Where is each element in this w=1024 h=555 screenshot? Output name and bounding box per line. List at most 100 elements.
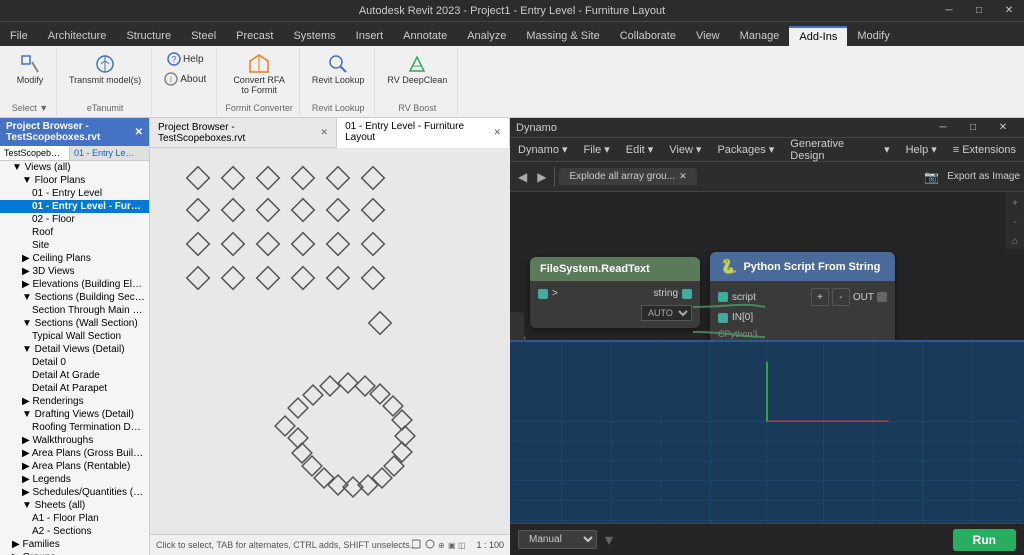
run-button[interactable]: Run — [953, 529, 1016, 551]
run-mode-select[interactable]: Manual Automatic — [518, 530, 597, 549]
tree-detail-views[interactable]: ▼ Detail Views (Detail) — [0, 343, 149, 356]
minimize-button[interactable]: ─ — [934, 0, 964, 20]
python-remove-port[interactable]: - — [832, 288, 850, 306]
dynamo-close[interactable]: ✕ — [988, 118, 1018, 138]
tab-insert[interactable]: Insert — [346, 26, 394, 46]
about-button[interactable]: i About — [160, 70, 210, 88]
tab-architecture[interactable]: Architecture — [38, 26, 117, 46]
tree-sections-wall[interactable]: ▼ Sections (Wall Section) — [0, 317, 149, 330]
tree-3d-views[interactable]: ▶ 3D Views — [0, 265, 149, 278]
tree-site[interactable]: Site — [0, 239, 149, 252]
dynamo-tab-close[interactable]: ✕ — [679, 171, 687, 182]
tree-elevations[interactable]: ▶ Elevations (Building Elevation) — [0, 278, 149, 291]
fs-output-port[interactable]: string — [654, 288, 692, 299]
project-browser-header[interactable]: Project Browser - TestScopeboxes.rvt ✕ — [0, 118, 149, 146]
tree-01-entry[interactable]: 01 - Entry Level — [0, 187, 149, 200]
browser-tab-2[interactable]: 01 - Entry Level... — [70, 146, 140, 160]
tree-a2-sections[interactable]: A2 - Sections — [0, 525, 149, 538]
side-icon-zoom-out[interactable]: - — [1011, 215, 1018, 230]
fs-input-port[interactable]: > — [538, 288, 558, 299]
tree-detail-parapet[interactable]: Detail At Parapet — [0, 382, 149, 395]
tab-systems[interactable]: Systems — [283, 26, 345, 46]
tree-roofing-term[interactable]: Roofing Termination Detail — [0, 421, 149, 434]
tab-file[interactable]: File — [0, 26, 38, 46]
formit-button[interactable]: Convert RFAto Formit — [229, 50, 289, 98]
menu-dynamo[interactable]: Dynamo ▾ — [510, 140, 576, 159]
tree-sections-building[interactable]: ▼ Sections (Building Section) — [0, 291, 149, 304]
menu-file[interactable]: File ▾ — [576, 140, 618, 159]
fs-port-in[interactable] — [538, 289, 548, 299]
browser-tab-1[interactable]: TestScopeboxes.rvt — [0, 146, 70, 160]
fs-auto-dropdown[interactable]: AUTO — [641, 305, 692, 321]
modify-button[interactable]: Modify — [10, 50, 50, 88]
export-as-image-btn[interactable]: Export as Image — [947, 171, 1020, 182]
python-in0-port[interactable]: IN[0] — [718, 312, 753, 323]
tree-floor-plans[interactable]: ▼ Floor Plans — [0, 174, 149, 187]
tree-section-main-stair[interactable]: Section Through Main Stair — [0, 304, 149, 317]
menu-extensions[interactable]: ≡ Extensions — [945, 141, 1024, 159]
menu-gen-design[interactable]: Generative Design ▾ — [782, 135, 897, 165]
viewport-tab-furniture-close[interactable]: ✕ — [493, 127, 501, 138]
dynamo-maximize[interactable]: □ — [958, 118, 988, 138]
close-button[interactable]: ✕ — [994, 0, 1024, 20]
py-port-in0[interactable] — [718, 313, 728, 323]
menu-help[interactable]: Help ▾ — [898, 140, 945, 159]
panel-header-close[interactable]: ✕ — [135, 127, 143, 138]
fs-port-out-string[interactable] — [682, 289, 692, 299]
tree-legends[interactable]: ▶ Legends — [0, 473, 149, 486]
tab-modify[interactable]: Modify — [847, 26, 899, 46]
py-port-out[interactable] — [877, 292, 887, 302]
tree-detail-grade[interactable]: Detail At Grade — [0, 369, 149, 382]
tree-renderings[interactable]: ▶ Renderings — [0, 395, 149, 408]
tab-massing[interactable]: Massing & Site — [516, 26, 609, 46]
tab-view[interactable]: View — [686, 26, 730, 46]
python-script-port[interactable]: script — [718, 292, 756, 303]
viewport-tab-browser-close[interactable]: ✕ — [321, 127, 329, 138]
maximize-button[interactable]: □ — [964, 0, 994, 20]
tree-area-rentable[interactable]: ▶ Area Plans (Rentable) — [0, 460, 149, 473]
tab-structure[interactable]: Structure — [116, 26, 181, 46]
toolbar-forward[interactable]: ▶ — [533, 168, 550, 186]
menu-view[interactable]: View ▾ — [661, 140, 709, 159]
toolbar-export-icon[interactable]: 📷 — [920, 168, 943, 186]
tab-collaborate[interactable]: Collaborate — [610, 26, 686, 46]
viewport-tab-browser[interactable]: Project Browser - TestScopeboxes.rvt ✕ — [150, 118, 337, 147]
tab-manage[interactable]: Manage — [730, 26, 790, 46]
tab-annotate[interactable]: Annotate — [393, 26, 457, 46]
tree-a1-floor[interactable]: A1 - Floor Plan — [0, 512, 149, 525]
dynamo-active-tab[interactable]: Explode all array grou... ✕ — [559, 168, 696, 185]
viewport-tab-furniture[interactable]: 01 - Entry Level - Furniture Layout ✕ — [337, 118, 510, 148]
dynamo-minimize[interactable]: ─ — [928, 118, 958, 138]
tab-steel[interactable]: Steel — [181, 26, 226, 46]
tree-typical-wall[interactable]: Typical Wall Section — [0, 330, 149, 343]
toolbar-back[interactable]: ◀ — [514, 168, 531, 186]
tree-schedules[interactable]: ▶ Schedules/Quantities (all) — [0, 486, 149, 499]
help-button[interactable]: ? Help — [163, 50, 208, 68]
python-add-port[interactable]: + — [811, 288, 829, 306]
tree-views-all[interactable]: ▼ Views (all) — [0, 161, 149, 174]
menu-packages[interactable]: Packages ▾ — [709, 140, 782, 159]
tab-analyze[interactable]: Analyze — [457, 26, 516, 46]
tree-drafting-views[interactable]: ▼ Drafting Views (Detail) — [0, 408, 149, 421]
revit-lookup-button[interactable]: Revit Lookup — [308, 50, 369, 88]
dynamo-canvas-area[interactable]: ⟨ FileSystem.ReadText > — [510, 192, 1024, 555]
tree-02-floor[interactable]: 02 - Floor — [0, 213, 149, 226]
side-icon-home[interactable]: ⌂ — [1010, 234, 1020, 249]
tree-ceiling-plans[interactable]: ▶ Ceiling Plans — [0, 252, 149, 265]
rv-deepclean-button[interactable]: RV DeepClean — [383, 50, 451, 88]
transmit-button[interactable]: Transmit model(s) — [65, 50, 145, 88]
dynamo-node-canvas[interactable]: ⟨ FileSystem.ReadText > — [510, 192, 1024, 340]
tree-walkthroughs[interactable]: ▶ Walkthroughs — [0, 434, 149, 447]
panel-collapse-handle[interactable]: ⟨ — [510, 312, 524, 340]
tree-01-furniture[interactable]: 01 - Entry Level - Furniture — [0, 200, 149, 213]
py-port-script[interactable] — [718, 292, 728, 302]
menu-edit[interactable]: Edit ▾ — [618, 140, 662, 159]
viewport-canvas[interactable]: 1 : 100 — [150, 148, 510, 534]
tree-families[interactable]: ▶ Families — [0, 538, 149, 551]
tree-roof[interactable]: Roof — [0, 226, 149, 239]
tree-detail-0[interactable]: Detail 0 — [0, 356, 149, 369]
tree-sheets[interactable]: ▼ Sheets (all) — [0, 499, 149, 512]
tree-groups[interactable]: ▶ Groups — [0, 551, 149, 555]
tab-addins[interactable]: Add-Ins — [789, 26, 847, 46]
side-icon-zoom-in[interactable]: + — [1010, 196, 1020, 211]
